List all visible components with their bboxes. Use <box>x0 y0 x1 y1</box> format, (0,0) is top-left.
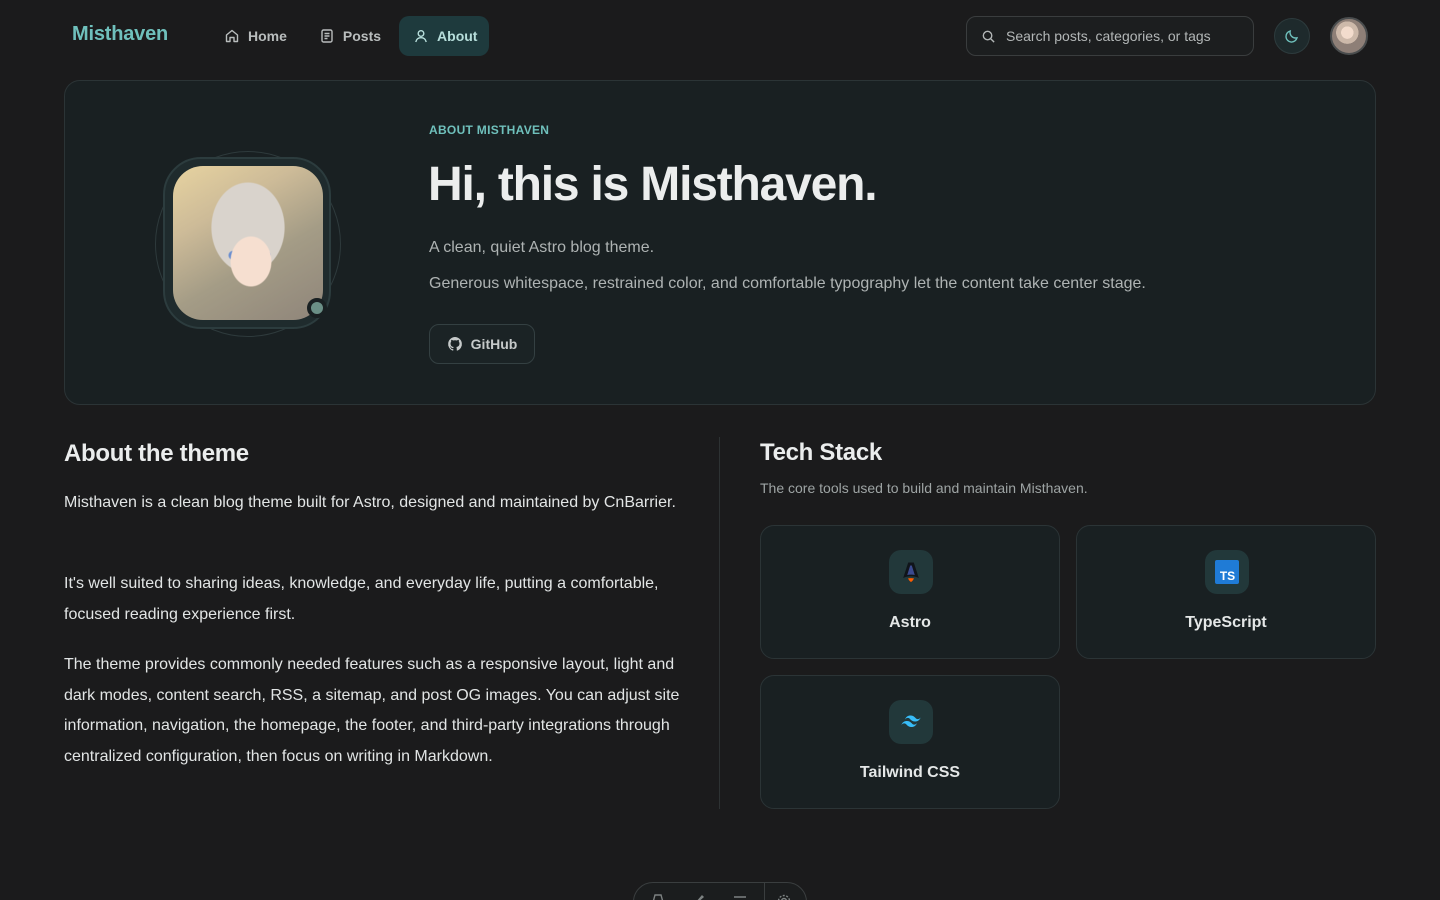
nav-about[interactable]: About <box>399 16 490 56</box>
astro-small-icon[interactable] <box>650 893 666 900</box>
typescript-icon: TS <box>1205 550 1249 594</box>
bottom-dock <box>633 882 807 900</box>
user-avatar[interactable] <box>1330 17 1368 55</box>
tech-stack-subtitle: The core tools used to build and maintai… <box>760 480 1088 496</box>
tech-name-tailwind: Tailwind CSS <box>859 764 961 781</box>
tech-card-typescript[interactable]: TS TypeScript <box>1076 525 1376 659</box>
online-status-dot <box>307 298 327 318</box>
hero-eyebrow: ABOUT MISTHAVEN <box>429 123 550 137</box>
about-title: About the theme <box>64 440 249 467</box>
svg-text:TS: TS <box>1220 569 1235 583</box>
about-paragraph-2: It's well suited to sharing ideas, knowl… <box>64 575 659 623</box>
about-paragraph-1: Misthaven is a clean blog theme built fo… <box>64 494 676 511</box>
nav-home-label: Home <box>248 28 287 44</box>
home-icon <box>225 29 239 43</box>
tech-name-astro: Astro <box>889 614 931 631</box>
search-icon <box>982 30 995 43</box>
menu-icon[interactable] <box>732 893 748 900</box>
tailwind-icon <box>889 700 933 744</box>
github-icon <box>447 337 462 351</box>
hero-avatar <box>155 151 341 337</box>
moon-icon <box>1285 30 1298 43</box>
brand-logo[interactable]: Misthaven <box>72 23 168 46</box>
tech-stack-title: Tech Stack <box>760 439 882 466</box>
nav-posts-label: Posts <box>342 28 382 44</box>
about-paragraph-3: The theme provides commonly needed featu… <box>64 656 680 765</box>
tech-name-typescript: TypeScript <box>1185 614 1267 631</box>
site-header: Misthaven Home Posts About <box>0 0 1440 72</box>
hero-description: Generous whitespace, restrained color, a… <box>429 275 1146 292</box>
brush-icon[interactable] <box>690 893 706 900</box>
column-divider <box>719 437 720 809</box>
document-icon <box>321 29 333 43</box>
nav-home[interactable]: Home <box>210 16 299 56</box>
github-button[interactable]: GitHub <box>429 324 535 364</box>
hero-card: ABOUT MISTHAVEN Hi, this is Misthaven. A… <box>64 80 1376 405</box>
github-label: GitHub <box>470 336 518 352</box>
hero-subtitle: A clean, quiet Astro blog theme. <box>429 239 655 256</box>
astro-icon <box>889 550 933 594</box>
nav-posts[interactable]: Posts <box>305 16 393 56</box>
hero-title: Hi, this is Misthaven. <box>428 158 878 211</box>
tech-card-tailwind[interactable]: Tailwind CSS <box>760 675 1060 809</box>
theme-toggle-button[interactable] <box>1274 18 1310 54</box>
settings-icon[interactable] <box>776 893 792 900</box>
dock-separator <box>764 883 765 900</box>
main-nav: Home Posts About <box>210 16 490 56</box>
tech-card-astro[interactable]: Astro <box>760 525 1060 659</box>
user-icon <box>415 30 427 43</box>
nav-about-label: About <box>437 28 478 44</box>
search-box[interactable] <box>966 16 1254 56</box>
search-input[interactable] <box>1006 28 1239 44</box>
avatar-image <box>173 166 323 320</box>
